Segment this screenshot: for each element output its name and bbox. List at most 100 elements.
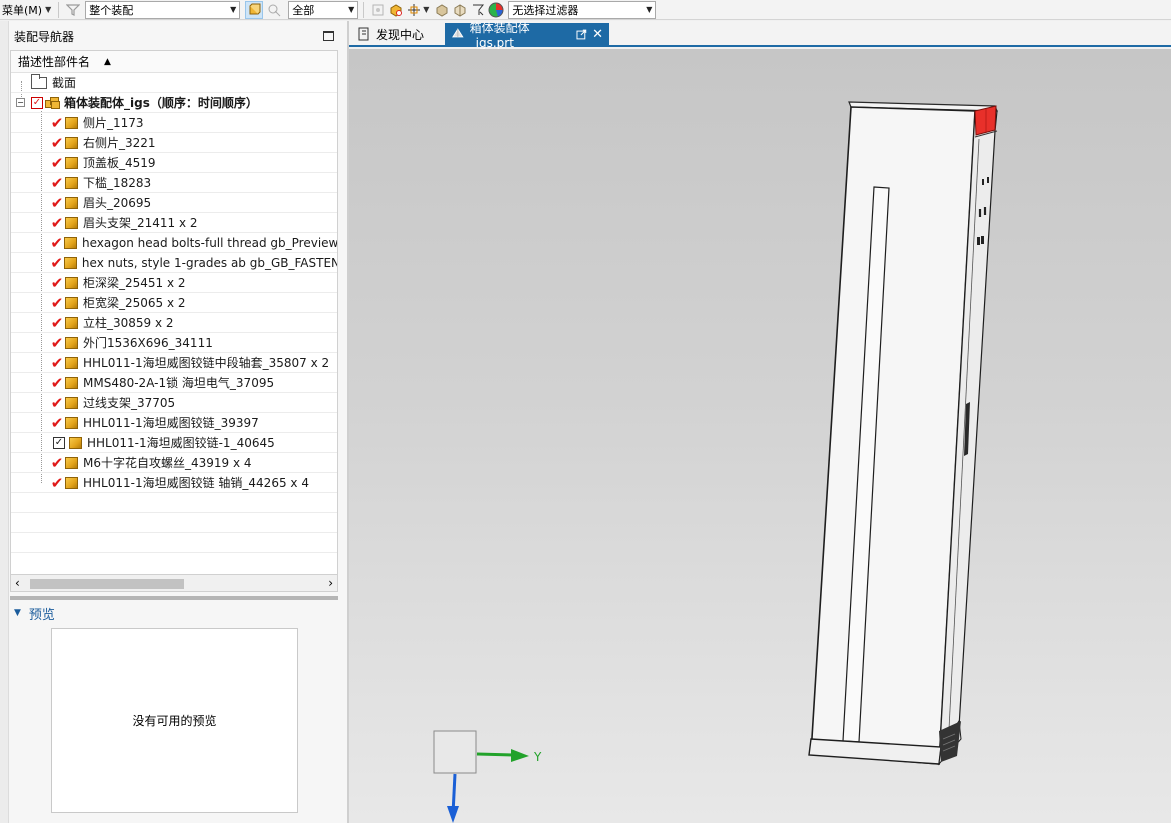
type-filter-select[interactable]: 全部 ▼ (288, 0, 359, 19)
selection-filter-value: 无选择过滤器 (512, 3, 579, 17)
component-select-icon[interactable] (245, 0, 264, 19)
resource-bar-strip[interactable] (0, 21, 9, 823)
tree-row-component[interactable]: ✔ 眉头_20695 (11, 193, 337, 213)
check-red-icon[interactable]: ✔ (49, 273, 65, 293)
check-red-icon[interactable]: ✔ (49, 293, 65, 313)
tree-row-root-assembly[interactable]: − ✓ 箱体装配体_igs（顺序：时间顺序） (11, 93, 337, 113)
tree-row-label: 右侧片_3221 (83, 136, 156, 150)
top-toolbar: 菜单(M) ▼ 整个装配 ▼ 全部 ▼ ▼ 无选择过滤器 ▼ (0, 0, 1171, 20)
check-red-icon[interactable]: ✔ (49, 453, 65, 473)
selection-filter-select[interactable]: 无选择过滤器 ▼ (508, 0, 657, 19)
view-wireframe-icon[interactable] (451, 1, 469, 19)
tree-row-label: hex nuts, style 1-grades ab gb_GB_FASTEN… (81, 255, 337, 270)
color-wheel-icon[interactable] (487, 1, 505, 19)
collapse-icon[interactable]: − (16, 98, 25, 107)
graphics-viewport[interactable]: Y (349, 49, 1171, 823)
maximize-icon[interactable] (323, 31, 334, 41)
scroll-right-icon[interactable]: › (328, 576, 333, 590)
tree-row-label: 截面 (52, 76, 77, 90)
checkbox-checked[interactable]: ✓ (31, 96, 43, 109)
close-icon[interactable]: ✕ (592, 27, 603, 42)
filter-tool-icon[interactable] (469, 1, 487, 19)
tree-row-component[interactable]: ✔ HHL011-1海坦威图铰链中段轴套_35807 x 2 (11, 353, 337, 373)
tree-row-component[interactable]: ✔ hexagon head bolts-full thread gb_Prev… (11, 233, 337, 253)
check-red-icon[interactable]: ✔ (49, 173, 65, 193)
type-filter-value: 全部 (292, 3, 315, 17)
tree-row-label: 外门1536X696_34111 (83, 336, 213, 350)
tree-horizontal-scrollbar[interactable]: ‹ › (10, 574, 338, 592)
component-cube-icon (65, 336, 78, 349)
filter-funnel-icon[interactable] (64, 1, 82, 19)
point-select-icon[interactable] (405, 1, 423, 19)
triangle-down-icon: ▼ (14, 608, 21, 618)
tree-row-component[interactable]: ✔ M6十字花自攻螺丝_43919 x 4 (11, 453, 337, 473)
part-file-icon (452, 28, 464, 38)
checkbox-checked[interactable]: ✓ (53, 436, 65, 449)
check-red-icon[interactable]: ✔ (49, 313, 65, 333)
pane-splitter[interactable] (10, 596, 338, 600)
assembly-scope-value: 整个装配 (89, 3, 134, 17)
scroll-left-icon[interactable]: ‹ (15, 576, 20, 590)
tree-row-component[interactable]: ✔ 侧片_1173 (11, 113, 337, 133)
cabinet-model-render[interactable]: Y (349, 49, 1171, 823)
body-select-icon[interactable] (387, 1, 405, 19)
tree-row-component[interactable]: ✔ HHL011-1海坦威图铰链 轴销_44265 x 4 (11, 473, 337, 493)
tree-row-component[interactable]: ✔ 外门1536X696_34111 (11, 333, 337, 353)
snap-point-icon[interactable] (369, 1, 387, 19)
tab-label: 箱体装配体_igs.prt (469, 20, 530, 50)
tree-row-section[interactable]: 截面 (11, 73, 337, 93)
tab-discovery-center[interactable]: 发现中心 (351, 23, 441, 45)
check-red-icon[interactable]: ✔ (49, 473, 65, 493)
check-red-icon[interactable]: ✔ (49, 353, 65, 373)
check-red-icon[interactable]: ✔ (49, 153, 65, 173)
tree-row-component[interactable]: ✔ HHL011-1海坦威图铰链_39397 (11, 413, 337, 433)
tree-row-component[interactable]: ✔ 眉头支架_21411 x 2 (11, 213, 337, 233)
assembly-tree: 描述性部件名 ▲ 截面 − ✓ 箱体装配体_igs（顺序：时间顺序） ✔ 侧片_… (10, 50, 338, 590)
tree-row-component[interactable]: ✔ 顶盖板_4519 (11, 153, 337, 173)
tree-row-component[interactable]: ✔ 下槛_18283 (11, 173, 337, 193)
chevron-down-icon: ▼ (348, 5, 355, 14)
tab-part-file[interactable]: 箱体装配体_igs.prt ✕ (445, 21, 609, 50)
tree-row-label: 下槛_18283 (83, 176, 152, 190)
check-red-icon[interactable]: ✔ (49, 233, 64, 253)
tree-row-component[interactable]: ✔ 柜宽梁_25065 x 2 (11, 293, 337, 313)
popout-icon[interactable] (576, 29, 587, 40)
tree-row-component[interactable]: ✔ 柜深梁_25451 x 2 (11, 273, 337, 293)
check-red-icon[interactable]: ✔ (49, 113, 65, 133)
check-red-icon[interactable]: ✔ (49, 333, 65, 353)
check-red-icon[interactable]: ✔ (49, 253, 64, 273)
toolbar-separator (58, 1, 60, 18)
view-shaded-icon[interactable] (433, 1, 451, 19)
check-red-icon[interactable]: ✔ (49, 133, 65, 153)
check-red-icon[interactable]: ✔ (49, 373, 65, 393)
tree-row-label: 顶盖板_4519 (83, 156, 156, 170)
check-red-icon[interactable]: ✔ (49, 193, 65, 213)
tree-row-empty (11, 493, 337, 513)
check-red-icon[interactable]: ✔ (49, 213, 65, 233)
component-cube-icon (65, 476, 78, 489)
menu-button[interactable]: 菜单(M) ▼ (0, 0, 53, 20)
component-cube-icon (65, 396, 78, 409)
tree-row-component[interactable]: ✓ HHL011-1海坦威图铰链-1_40645 (11, 433, 337, 453)
column-header-label: 描述性部件名 (18, 55, 91, 69)
tree-row-component[interactable]: ✔ 过线支架_37705 (11, 393, 337, 413)
folder-icon (31, 73, 47, 89)
scrollbar-thumb[interactable] (30, 579, 184, 589)
assembly-scope-select[interactable]: 整个装配 ▼ (85, 0, 241, 19)
tree-row-component[interactable]: ✔ MMS480-2A-1锁 海坦电气_37095 (11, 373, 337, 393)
tree-row-component[interactable]: ✔ 立柱_30859 x 2 (11, 313, 337, 333)
tab-label: 发现中心 (376, 27, 425, 42)
preview-panel: 没有可用的预览 (51, 628, 298, 813)
tree-row-label: HHL011-1海坦威图铰链中段轴套_35807 x 2 (83, 356, 330, 370)
feature-select-icon[interactable] (265, 1, 283, 19)
caret-down-icon[interactable]: ▼ (423, 5, 429, 14)
check-red-icon[interactable]: ✔ (49, 393, 65, 413)
tree-row-label: HHL011-1海坦威图铰链 轴销_44265 x 4 (83, 476, 309, 490)
check-red-icon[interactable]: ✔ (49, 413, 65, 433)
preview-title: 预览 (28, 607, 55, 623)
discovery-center-icon (358, 27, 369, 41)
preview-section-header[interactable]: ▼ 预览 (14, 604, 55, 623)
tree-row-component[interactable]: ✔ 右侧片_3221 (11, 133, 337, 153)
tree-column-header[interactable]: 描述性部件名 ▲ (11, 51, 337, 73)
tree-row-component[interactable]: ✔ hex nuts, style 1-grades ab gb_GB_FAST… (11, 253, 337, 273)
